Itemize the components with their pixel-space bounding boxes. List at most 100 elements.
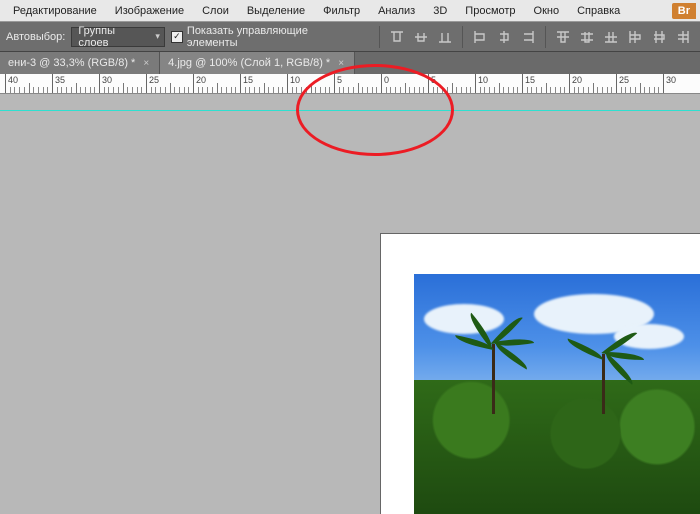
ruler-major-tick: 30 [663,74,664,93]
ruler-minor-tick [593,83,594,93]
show-controls-checkbox[interactable]: ✓ Показать управляющие элементы [171,25,361,49]
menu-view[interactable]: Просмотр [456,2,524,20]
ruler-major-tick: 35 [52,74,53,93]
distribute-vcenter-icon[interactable] [576,26,598,48]
ruler-minor-tick [71,87,72,93]
distribute-hcenter-icon[interactable] [648,26,670,48]
ruler-label: 15 [243,75,253,85]
image-layer[interactable] [414,274,700,514]
ruler-minor-tick [254,87,255,93]
ruler-minor-tick [123,83,124,93]
ruler-minor-tick [494,87,495,93]
ruler-minor-tick [564,87,565,93]
autoselect-dropdown[interactable]: Группы слоев [71,27,165,47]
menu-help[interactable]: Справка [568,2,629,20]
align-right-icon[interactable] [517,26,539,48]
ruler-label: 25 [149,75,159,85]
ruler-minor-tick [151,87,152,93]
align-hcenter-icon[interactable] [493,26,515,48]
ruler-minor-tick [452,83,453,93]
ruler-minor-tick [207,87,208,93]
ruler-minor-tick [503,87,504,93]
distribute-bottom-icon[interactable] [600,26,622,48]
distribute-top-icon[interactable] [552,26,574,48]
ruler-minor-tick [198,87,199,93]
document-tab-2[interactable]: 4.jpg @ 100% (Слой 1, RGB/8) * × [160,52,355,74]
ruler-minor-tick [212,87,213,93]
ruler-minor-tick [630,87,631,93]
ruler-minor-tick [38,87,39,93]
ruler-label: 10 [290,75,300,85]
ruler-minor-tick [85,87,86,93]
ruler-minor-tick [184,87,185,93]
distribute-left-icon[interactable] [624,26,646,48]
ruler-minor-tick [57,87,58,93]
align-top-icon[interactable] [386,26,408,48]
ruler-minor-tick [29,83,30,93]
menu-analysis[interactable]: Анализ [369,2,424,20]
ruler-minor-tick [108,87,109,93]
ruler-minor-tick [118,87,119,93]
menu-select[interactable]: Выделение [238,2,314,20]
ruler-minor-tick [14,87,15,93]
ruler-major-tick: 15 [240,74,241,93]
menu-filter[interactable]: Фильтр [314,2,369,20]
ruler-minor-tick [541,87,542,93]
ruler-major-tick: 40 [5,74,6,93]
ruler-minor-tick [113,87,114,93]
ruler-minor-tick [574,87,575,93]
ruler-label: 20 [196,75,206,85]
menu-layers[interactable]: Слои [193,2,238,20]
ruler-label: 40 [8,75,18,85]
ruler-minor-tick [560,87,561,93]
ruler-minor-tick [231,87,232,93]
ruler-minor-tick [531,87,532,93]
bridge-badge[interactable]: Br [672,3,696,19]
ruler-minor-tick [480,87,481,93]
distribute-right-icon[interactable] [672,26,694,48]
ruler-minor-tick [47,87,48,93]
ruler-major-tick: 10 [475,74,476,93]
ruler-major-tick: 20 [193,74,194,93]
menu-edit[interactable]: Редактирование [4,2,106,20]
ruler-major-tick: 15 [522,74,523,93]
align-bottom-icon[interactable] [434,26,456,48]
ruler-minor-tick [517,87,518,93]
ruler-minor-tick [132,87,133,93]
ruler-minor-tick [155,87,156,93]
ruler-minor-tick [94,87,95,93]
align-vcenter-icon[interactable] [410,26,432,48]
ruler-minor-tick [66,87,67,93]
tab-label: 4.jpg @ 100% (Слой 1, RGB/8) * [168,57,330,69]
ruler-minor-tick [583,87,584,93]
align-tool-group [375,26,694,48]
ruler-minor-tick [555,87,556,93]
ruler-label: 30 [102,75,112,85]
menu-window[interactable]: Окно [525,2,569,20]
document-tab-1[interactable]: ени-3 @ 33,3% (RGB/8) * × [0,52,160,74]
ruler-minor-tick [24,87,25,93]
align-left-icon[interactable] [469,26,491,48]
separator [379,26,380,48]
ruler-minor-tick [80,87,81,93]
ruler-minor-tick [597,87,598,93]
ruler-minor-tick [461,87,462,93]
ruler-minor-tick [104,87,105,93]
ruler-major-tick: 10 [287,74,288,93]
close-icon[interactable]: × [141,58,151,69]
autoselect-label: Автовыбор: [6,31,65,43]
ruler-minor-tick [588,87,589,93]
canvas-area[interactable] [0,94,700,500]
ruler-minor-tick [513,87,514,93]
ruler-minor-tick [179,87,180,93]
ruler-minor-tick [76,83,77,93]
menu-3d[interactable]: 3D [424,2,456,20]
annotation-ellipse [296,64,454,156]
tab-label: ени-3 @ 33,3% (RGB/8) * [8,57,135,69]
checkbox-icon: ✓ [171,31,183,43]
ruler-minor-tick [470,87,471,93]
ruler-minor-tick [546,83,547,93]
ruler-label: 15 [525,75,535,85]
ruler-minor-tick [456,87,457,93]
menu-image[interactable]: Изображение [106,2,193,20]
